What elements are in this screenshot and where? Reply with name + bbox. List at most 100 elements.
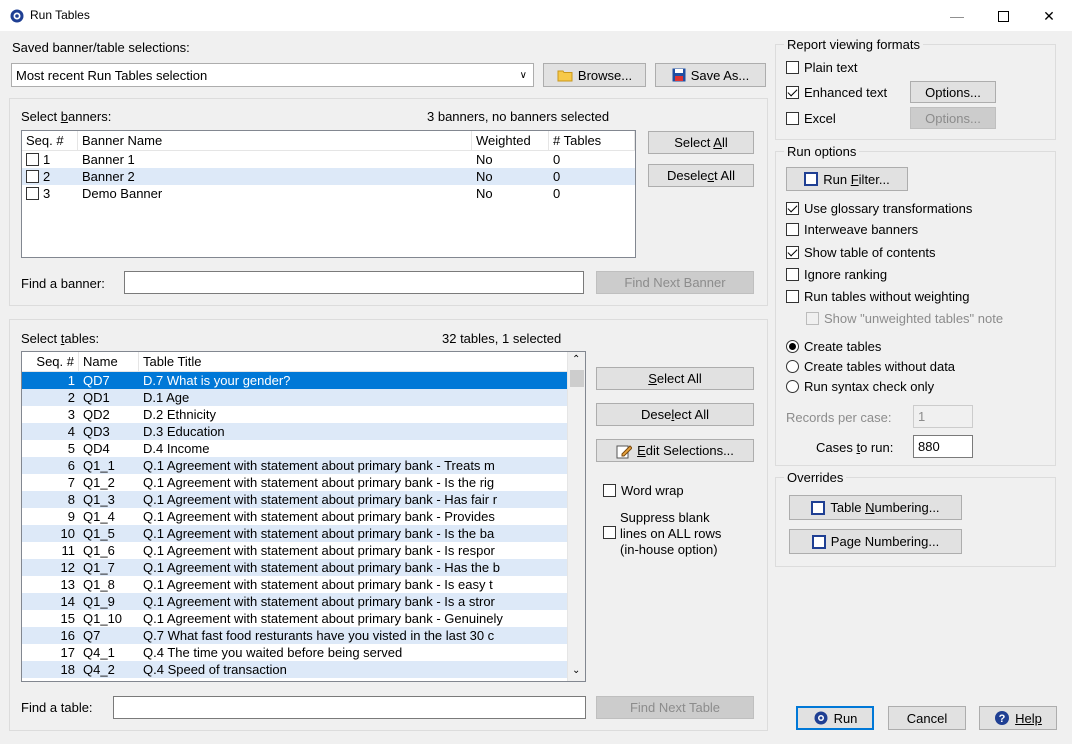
banner-row[interactable]: 2 Banner 2 No 0 xyxy=(22,168,635,185)
without-weighting-checkbox[interactable] xyxy=(786,289,799,303)
show-toc-option[interactable]: Show table of contents xyxy=(786,243,936,261)
table-row-name: QD2 xyxy=(83,407,110,422)
syntax-check-radio[interactable] xyxy=(786,379,799,393)
scroll-up-icon[interactable]: ⌃ xyxy=(572,354,580,365)
minimize-button[interactable]: — xyxy=(934,0,980,32)
enhanced-text-checkbox[interactable] xyxy=(786,85,799,99)
without-weighting-option[interactable]: Run tables without weighting xyxy=(786,287,970,305)
table-row[interactable]: 12 Q1_7 Q.1 Agreement with statement about… xyxy=(22,559,567,576)
unweighted-note-checkbox[interactable] xyxy=(806,311,819,325)
cancel-button[interactable]: Cancel xyxy=(888,706,966,730)
tables-list[interactable]: Seq. # Name Table Title 1 QD7 D.7 What is … xyxy=(21,351,586,682)
use-glossary-checkbox[interactable] xyxy=(786,201,799,215)
banner-checkbox[interactable] xyxy=(26,170,39,183)
table-row-name: QD3 xyxy=(83,424,110,439)
table-row[interactable]: 7 Q1_2 Q.1 Agreement with statement about … xyxy=(22,474,567,491)
excel-checkbox[interactable] xyxy=(786,111,799,125)
table-row-seq: 15 xyxy=(60,611,75,626)
banner-row[interactable]: 3 Demo Banner No 0 xyxy=(22,185,635,202)
close-button[interactable]: ✕ xyxy=(1026,0,1072,32)
suppress-blank-checkbox[interactable] xyxy=(603,526,616,542)
ignore-ranking-option[interactable]: Ignore ranking xyxy=(786,265,887,283)
cases-to-run-input[interactable] xyxy=(913,435,973,458)
maximize-button[interactable] xyxy=(980,0,1026,32)
enhanced-text-options-button[interactable]: Options... xyxy=(910,81,996,103)
records-per-case-input[interactable] xyxy=(913,405,973,428)
table-row[interactable]: 18 Q4_2 Q.4 Speed of transaction xyxy=(22,661,567,678)
deselect-all-banners-button[interactable]: Deselect All xyxy=(648,164,754,187)
create-tables-radio[interactable] xyxy=(786,339,799,353)
table-row[interactable]: 15 Q1_10 Q.1 Agreement with statement abou… xyxy=(22,610,567,627)
banner-checkbox[interactable] xyxy=(26,187,39,200)
create-without-data-option[interactable]: Create tables without data xyxy=(786,357,955,375)
col-banner-name[interactable]: Banner Name xyxy=(78,131,472,150)
select-all-tables-button[interactable]: Select All xyxy=(596,367,754,390)
table-row[interactable]: 5 QD4 D.4 Income xyxy=(22,440,567,457)
select-all-banners-button[interactable]: Select All xyxy=(648,131,754,154)
use-glossary-option[interactable]: Use glossary transformations xyxy=(786,199,972,217)
browse-button[interactable]: Browse... xyxy=(543,63,646,87)
table-numbering-button[interactable]: Table Numbering... xyxy=(789,495,962,520)
unweighted-note-option[interactable]: Show "unweighted tables" note xyxy=(806,309,1003,327)
col-table-title[interactable]: Table Title xyxy=(139,352,568,371)
banner-row[interactable]: 1 Banner 1 No 0 xyxy=(22,151,635,168)
word-wrap-checkbox[interactable] xyxy=(603,483,616,497)
col-tables[interactable]: # Tables xyxy=(549,131,635,150)
table-row[interactable]: 1 QD7 D.7 What is your gender? xyxy=(22,372,567,389)
table-row[interactable]: 10 Q1_5 Q.1 Agreement with statement about… xyxy=(22,525,567,542)
scroll-down-icon[interactable]: ⌄ xyxy=(572,665,580,676)
save-as-button[interactable]: Save As... xyxy=(655,63,766,87)
page-numbering-button[interactable]: Page Numbering... xyxy=(789,529,962,554)
table-row[interactable]: 9 Q1_4 Q.1 Agreement with statement about … xyxy=(22,508,567,525)
find-table-input[interactable] xyxy=(113,696,586,719)
table-row-title: Q.1 Agreement with statement about prima… xyxy=(143,509,495,524)
banner-checkbox[interactable] xyxy=(26,153,39,166)
find-next-table-button[interactable]: Find Next Table xyxy=(596,696,754,719)
interweave-option[interactable]: Interweave banners xyxy=(786,220,918,238)
run-filter-button[interactable]: Run Filter... xyxy=(786,167,908,191)
folder-icon xyxy=(557,70,573,82)
table-row-seq: 10 xyxy=(60,526,75,541)
saved-selections-dropdown[interactable]: Most recent Run Tables selection ∨ xyxy=(11,63,534,87)
svg-text:?: ? xyxy=(999,713,1006,725)
table-row[interactable]: 3 QD2 D.2 Ethnicity xyxy=(22,406,567,423)
deselect-all-tables-button[interactable]: Deselect All xyxy=(596,403,754,426)
table-row[interactable]: 13 Q1_8 Q.1 Agreement with statement about… xyxy=(22,576,567,593)
run-button[interactable]: Run xyxy=(796,706,874,730)
col-weighted[interactable]: Weighted xyxy=(472,131,549,150)
col-seq[interactable]: Seq. # xyxy=(22,352,79,371)
plain-text-option[interactable]: Plain text xyxy=(786,58,857,76)
table-row-seq: 2 xyxy=(67,390,75,405)
window-title: Run Tables xyxy=(30,8,90,22)
syntax-check-option[interactable]: Run syntax check only xyxy=(786,377,934,395)
banners-list[interactable]: Seq. # Banner Name Weighted # Tables 1 B… xyxy=(21,130,636,258)
word-wrap-option[interactable]: Word wrap xyxy=(603,481,684,499)
table-row[interactable]: 14 Q1_9 Q.1 Agreement with statement about… xyxy=(22,593,567,610)
overrides-legend: Overrides xyxy=(784,470,847,485)
table-row[interactable]: 11 Q1_6 Q.1 Agreement with statement about… xyxy=(22,542,567,559)
table-row[interactable]: 6 Q1_1 Q.1 Agreement with statement about … xyxy=(22,457,567,474)
table-row[interactable]: 16 Q7 Q.7 What fast food resturants have y… xyxy=(22,627,567,644)
find-next-banner-button[interactable]: Find Next Banner xyxy=(596,271,754,294)
ignore-ranking-checkbox[interactable] xyxy=(786,267,799,281)
excel-options-button[interactable]: Options... xyxy=(910,107,996,129)
col-seq[interactable]: Seq. # xyxy=(22,131,78,150)
table-row[interactable]: 17 Q4_1 Q.4 The time you waited before bei… xyxy=(22,644,567,661)
enhanced-text-option[interactable]: Enhanced text xyxy=(786,83,887,101)
find-banner-input[interactable] xyxy=(124,271,584,294)
interweave-checkbox[interactable] xyxy=(786,222,799,236)
table-row[interactable]: 8 Q1_3 Q.1 Agreement with statement about … xyxy=(22,491,567,508)
table-row[interactable]: 4 QD3 D.3 Education xyxy=(22,423,567,440)
excel-option[interactable]: Excel xyxy=(786,109,836,127)
create-without-data-radio[interactable] xyxy=(786,359,799,373)
plain-text-checkbox[interactable] xyxy=(786,60,799,74)
col-name[interactable]: Name xyxy=(79,352,139,371)
tables-scrollbar[interactable]: ⌃ ⌄ xyxy=(567,352,585,681)
edit-selections-button[interactable]: Edit Selections... xyxy=(596,439,754,462)
table-row[interactable]: 2 QD1 D.1 Age xyxy=(22,389,567,406)
create-tables-option[interactable]: Create tables xyxy=(786,337,881,355)
help-button[interactable]: ? Help xyxy=(979,706,1057,730)
show-toc-checkbox[interactable] xyxy=(786,245,799,259)
scroll-thumb[interactable] xyxy=(570,370,584,387)
table-row-title: Q.1 Agreement with statement about prima… xyxy=(143,611,503,626)
